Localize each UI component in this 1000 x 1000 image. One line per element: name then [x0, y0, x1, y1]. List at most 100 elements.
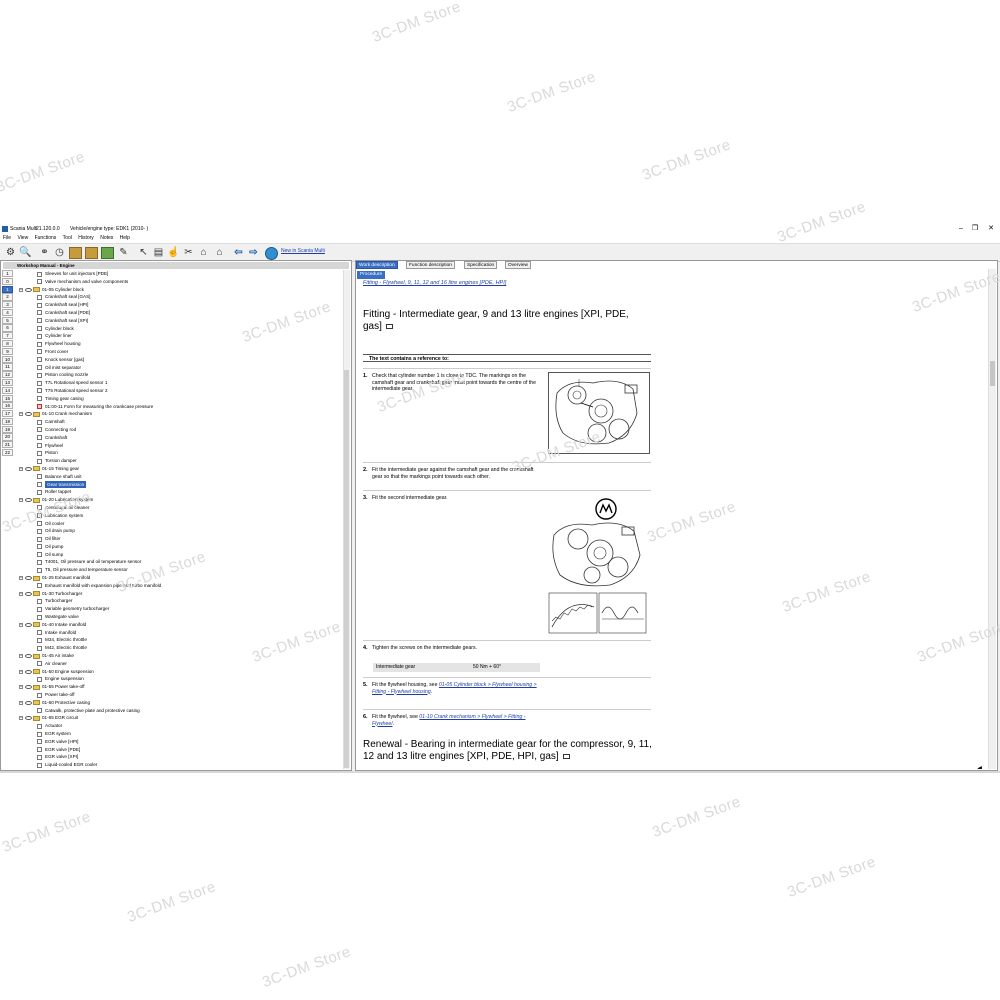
tree-item[interactable]: Flywheel housing	[17, 340, 342, 348]
tree-item[interactable]: Oil filter	[17, 535, 342, 543]
menu-tool[interactable]: Tool	[63, 234, 72, 243]
tree-item[interactable]: Connecting rod	[17, 426, 342, 434]
tree-item[interactable]: M42, Electric throttle	[17, 644, 342, 652]
chapter-number-button[interactable]: 12	[2, 371, 13, 379]
tree-item[interactable]: Variable geometry turbocharger	[17, 605, 342, 613]
tree-item[interactable]: Oil mist separator	[17, 364, 342, 372]
clock-icon[interactable]: ◷	[53, 246, 66, 259]
pointer-icon[interactable]: ↖	[137, 246, 150, 259]
tree-item[interactable]: 01:00-11 Form for measuring the crankcas…	[17, 403, 342, 411]
tree-group-node[interactable]: − 01-60 Protective casing	[17, 699, 342, 707]
tree-item[interactable]: Torsion damper	[17, 457, 342, 465]
tree-item[interactable]: Engine suspension	[17, 675, 342, 683]
chapter-number-button[interactable]: 21	[2, 441, 13, 449]
tree-item[interactable]: Flywheel	[17, 442, 342, 450]
tree-item[interactable]: Knock sensor [gas]	[17, 356, 342, 364]
tree-group-node[interactable]: − 01-25 Exhaust manifold	[17, 574, 342, 582]
forward-arrow-icon[interactable]: ⇨	[247, 246, 260, 259]
tree-item[interactable]: Catwalk, protective plate and protective…	[17, 707, 342, 715]
tree-scrollbar[interactable]	[343, 270, 350, 769]
tree-item[interactable]: EGR valve [PDE]	[17, 746, 342, 754]
chapter-number-button[interactable]: 13	[2, 378, 13, 387]
package-icon[interactable]	[69, 247, 82, 259]
connect-icon[interactable]: ⚭	[38, 246, 51, 259]
tree-item[interactable]: Turbocharger	[17, 597, 342, 605]
tree-group-node[interactable]: − 01-15 Timing gear	[17, 465, 342, 473]
collapse-toggle-icon[interactable]: −	[19, 412, 23, 417]
tree-item[interactable]: Air cleaner	[17, 660, 342, 668]
chapter-number-button[interactable]: 16	[2, 402, 13, 410]
chapter-number-button[interactable]: 14	[2, 386, 13, 394]
tree-item[interactable]: T5, Oil pressure and temperature sensor	[17, 566, 342, 574]
tree-item[interactable]: Oil sump	[17, 551, 342, 559]
new-in-scania-link[interactable]: New in Scania Multi	[281, 248, 325, 254]
tree-item[interactable]: Oil pump	[17, 543, 342, 551]
tree-item[interactable]: Timing gear casing	[17, 395, 342, 403]
tree-item[interactable]: EGR valve [XPI]	[17, 753, 342, 761]
tree-item[interactable]: Actuator	[17, 722, 342, 730]
chapter-number-button[interactable]: 8	[2, 340, 13, 348]
menu-history[interactable]: History	[78, 234, 94, 243]
chapter-number-button[interactable]: 18	[2, 417, 13, 426]
chapter-number-button[interactable]: 10	[2, 355, 13, 363]
catalog-icon[interactable]: ⚙	[4, 246, 17, 259]
tree-item[interactable]: M34, Electric throttle	[17, 636, 342, 644]
tree-item[interactable]: Cylinder block	[17, 325, 342, 333]
collapse-toggle-icon[interactable]: −	[19, 622, 23, 627]
menu-file[interactable]: File	[3, 234, 11, 243]
tree-item[interactable]: Crankshaft seal [XPI]	[17, 317, 342, 325]
chapter-number-button[interactable]: 22	[2, 448, 13, 457]
chapter-number-button[interactable]: 11	[2, 363, 13, 371]
tree-item[interactable]: T4001, Oil pressure and oil temperature …	[17, 558, 342, 566]
tree-item[interactable]: Camshaft	[17, 418, 342, 426]
tree-item[interactable]: Piston cooling nozzle	[17, 371, 342, 379]
box-icon[interactable]	[85, 247, 98, 259]
binoculars-next-icon[interactable]: ⌂	[213, 246, 226, 259]
search-icon[interactable]: 🔍	[19, 246, 32, 259]
menu-notes[interactable]: Notes	[100, 234, 113, 243]
tree-item[interactable]: Roller tappet	[17, 488, 342, 496]
tree-item[interactable]: Centrifugal oil cleaner	[17, 504, 342, 512]
chapter-number-button[interactable]: 5	[2, 316, 13, 324]
collapse-toggle-icon[interactable]: −	[19, 591, 23, 596]
tree-item[interactable]: Wastegate valve	[17, 613, 342, 621]
binoculars-icon[interactable]: ⌂	[197, 246, 210, 259]
tree-item[interactable]: Lubrication system	[17, 512, 342, 520]
hand-icon[interactable]: ☝	[167, 246, 180, 259]
chapter-number-button[interactable]: 4	[2, 308, 13, 317]
tree-item[interactable]: Power take-off	[17, 691, 342, 699]
document-icon[interactable]: ▤	[152, 246, 165, 259]
chapter-number-button[interactable]: 6	[2, 324, 13, 332]
chapter-number-button[interactable]: 1	[2, 270, 13, 278]
tree-group-node[interactable]: − 01-45 Air intake	[17, 652, 342, 660]
tree-item[interactable]: Crankshaft seal [GAS]	[17, 293, 342, 301]
tree-group-node[interactable]: − 01-50 Engine suspension	[17, 668, 342, 676]
collapse-toggle-icon[interactable]: −	[19, 498, 23, 503]
collapse-toggle-icon[interactable]: −	[19, 700, 23, 705]
chapter-number-button[interactable]: 7	[2, 332, 13, 340]
collapse-toggle-icon[interactable]: −	[19, 685, 23, 690]
tree-item[interactable]: Gear transmission	[17, 480, 342, 489]
tab-function-description[interactable]: Function description	[406, 261, 455, 269]
menu-functions[interactable]: Functions	[35, 234, 57, 243]
tree-item[interactable]: Exhaust manifold with expansion pipe and…	[17, 582, 342, 590]
chapter-number-button[interactable]: 2	[2, 293, 13, 301]
tree-group-node[interactable]: − 01-65 EGR circuit	[17, 714, 342, 722]
tree-item[interactable]: Valve mechanism and valve components	[17, 278, 342, 286]
collapse-toggle-icon[interactable]: −	[19, 466, 23, 471]
scrollbar-thumb[interactable]	[344, 370, 349, 768]
tree-group-node[interactable]: − 01-10 Crank mechanism	[17, 410, 342, 418]
tree-group-node[interactable]: − 01-40 Intake manifold	[17, 621, 342, 629]
collapse-toggle-icon[interactable]: −	[19, 654, 23, 659]
tab-work-description[interactable]: Work description	[356, 261, 398, 269]
tree-item[interactable]: T75 Rotational speed sensor 2	[17, 387, 342, 395]
chapter-number-button[interactable]: 15	[2, 394, 13, 402]
collapse-toggle-icon[interactable]: −	[19, 576, 23, 581]
tree-item[interactable]: Oil cooler	[17, 520, 342, 528]
tree-item[interactable]: Cylinder liner	[17, 332, 342, 340]
tree-item[interactable]: Intake manifold	[17, 629, 342, 637]
tree-item[interactable]: Sleeves for unit injectors [PDE]	[17, 270, 342, 278]
print-icon[interactable]	[385, 323, 393, 329]
menu-view[interactable]: View	[17, 234, 28, 243]
chapter-number-button[interactable]: 9	[2, 347, 13, 355]
